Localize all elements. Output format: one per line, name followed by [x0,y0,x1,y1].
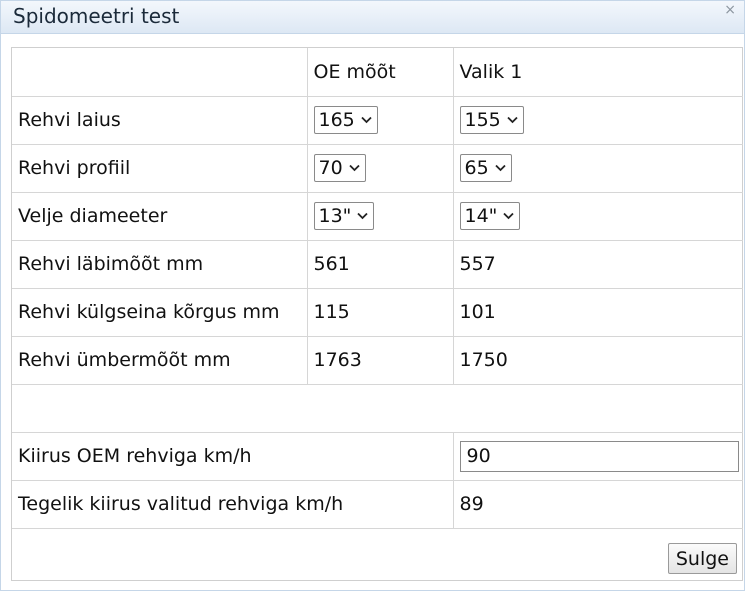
option-sidewall-height-value: 101 [452,287,743,337]
row-label-rim-diameter: Velje diameeter [12,191,308,241]
table-row: Rehvi ümbermõõt mm 1763 1750 [12,335,743,385]
select-value: 165 [318,109,355,131]
row-label-sidewall-height: Rehvi külgseina kõrgus mm [12,287,308,337]
dialog-content: OE mõõt Valik 1 Rehvi laius 165 155 Rehv… [11,47,743,581]
close-button[interactable]: Sulge [667,543,737,574]
chevron-down-icon [361,116,372,124]
row-label-tire-circumference: Rehvi ümbermõõt mm [12,335,308,385]
table-row: Rehvi läbimõõt mm 561 557 [12,239,743,289]
select-value: 155 [464,109,501,131]
dialog-title: Spidomeetri test [13,4,180,28]
option-tire-width-select[interactable]: 155 [459,106,524,134]
actual-speed-value: 89 [452,479,743,529]
option-tire-diameter-value: 557 [452,239,743,289]
select-value: 70 [318,157,343,179]
select-value: 13" [318,205,352,227]
close-icon[interactable]: × [724,2,736,18]
row-label-tire-width: Rehvi laius [12,95,308,145]
chevron-down-icon [349,164,360,172]
oe-tire-diameter-value: 561 [306,239,454,289]
oem-speed-input[interactable] [459,440,739,472]
actual-speed-label: Tegelik kiirus valitud rehviga km/h [12,479,454,529]
header-row: OE mõõt Valik 1 [12,48,743,97]
option-tire-circumference-value: 1750 [452,335,743,385]
table-row: Rehvi laius 165 155 [12,95,743,145]
chevron-down-icon [503,212,515,220]
header-option-1: Valik 1 [452,48,743,97]
oe-tire-profile-select[interactable]: 70 [313,154,366,182]
oe-sidewall-height-value: 115 [306,287,454,337]
select-value: 14" [464,205,498,227]
option-tire-profile-select[interactable]: 65 [459,154,512,182]
table-row: Rehvi profiil 70 65 [12,143,743,193]
chevron-down-icon [357,212,369,220]
speedometer-test-dialog: Spidomeetri test × OE mõõt Valik 1 Rehvi… [0,0,745,591]
header-oe-size: OE mõõt [306,48,454,97]
row-label-tire-profile: Rehvi profiil [12,143,308,193]
oe-tire-circumference-value: 1763 [306,335,454,385]
option-rim-diameter-select[interactable]: 14" [459,202,521,230]
oe-rim-diameter-select[interactable]: 13" [313,202,375,230]
row-label-tire-diameter: Rehvi läbimõõt mm [12,239,308,289]
table-row: Kiirus OEM rehviga km/h [12,431,743,481]
oem-speed-label: Kiirus OEM rehviga km/h [12,431,454,481]
table-row: Rehvi külgseina kõrgus mm 115 101 [12,287,743,337]
chevron-down-icon [495,164,506,172]
table-row: Velje diameeter 13" 14" [12,191,743,241]
tire-comparison-table: OE mõõt Valik 1 Rehvi laius 165 155 Rehv… [12,48,743,529]
oe-tire-width-select[interactable]: 165 [313,106,378,134]
chevron-down-icon [507,116,518,124]
header-empty-cell [12,48,308,97]
table-row: Tegelik kiirus valitud rehviga km/h 89 [12,479,743,529]
dialog-titlebar[interactable]: Spidomeetri test × [1,1,744,34]
select-value: 65 [464,157,489,179]
spacer-row [12,383,743,433]
